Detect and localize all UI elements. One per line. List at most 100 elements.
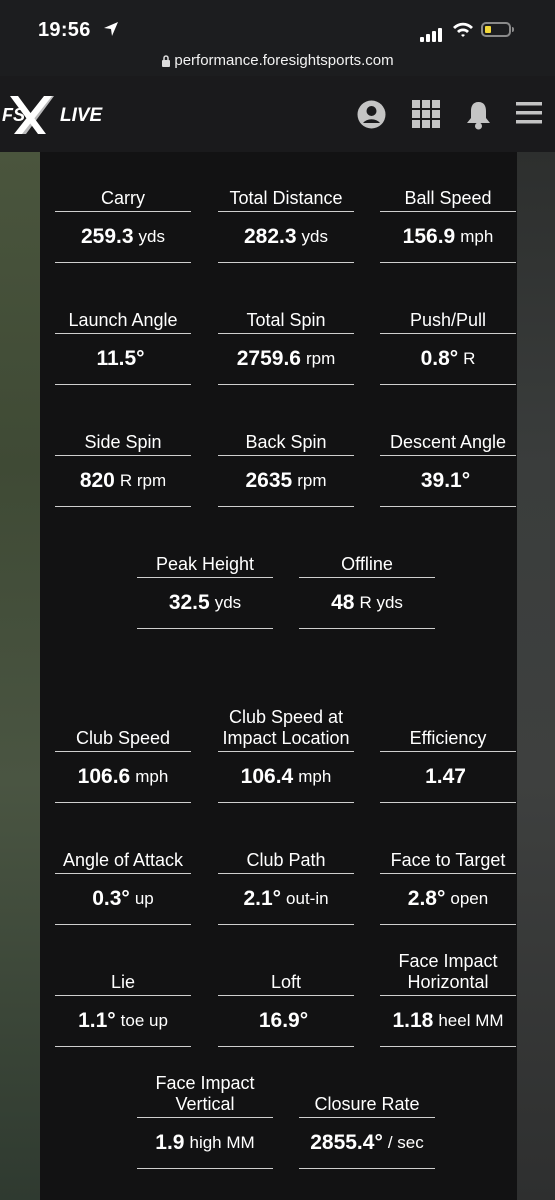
stat-unit: out-in — [286, 889, 329, 908]
stat-unit: mph — [298, 767, 332, 786]
stat-value: 2855.4° — [310, 1131, 383, 1154]
location-arrow-icon — [104, 22, 118, 36]
stat-offline: Offline 48 R yds — [299, 554, 435, 629]
stat-club-speed-impact: Club Speed at Impact Location 106.4 mph — [218, 707, 354, 803]
stat-value: 2759.6 — [236, 347, 301, 370]
stat-label: Face to Target — [380, 850, 516, 874]
status-time: 19:56 — [38, 19, 91, 41]
stat-peak-height: Peak Height 32.5 yds — [137, 554, 273, 629]
stat-label: Back Spin — [218, 432, 354, 456]
stat-label: Club Speed — [55, 707, 191, 752]
stat-push-pull: Push/Pull 0.8° R — [380, 310, 516, 385]
stat-value: 0.3° — [92, 887, 130, 910]
stat-unit: mph — [460, 227, 494, 246]
stat-unit: yds — [214, 593, 242, 612]
stat-club-path: Club Path 2.1° out-in — [218, 850, 354, 925]
stat-back-spin: Back Spin 2635 rpm — [218, 432, 354, 507]
stat-unit: / sec — [387, 1133, 424, 1152]
stat-unit: yds — [301, 227, 329, 246]
stat-value: 1.47 — [425, 765, 466, 788]
background-right — [517, 152, 555, 1200]
lock-icon — [162, 54, 171, 67]
stat-unit: heel MM — [438, 1011, 504, 1030]
user-account-icon[interactable] — [357, 100, 386, 129]
stat-value: 156.9 — [402, 225, 456, 248]
stat-total-distance: Total Distance 282.3 yds — [218, 188, 354, 263]
stat-label: Offline — [299, 554, 435, 578]
stat-value: 106.6 — [77, 765, 131, 788]
stat-club-speed: Club Speed 106.6 mph — [55, 707, 191, 803]
stat-value: 259.3 — [80, 225, 134, 248]
stat-value: 820 — [79, 469, 115, 492]
stat-side-spin: Side Spin 820 R rpm — [55, 432, 191, 507]
stat-label: Ball Speed — [380, 188, 516, 212]
stat-label: Side Spin — [55, 432, 191, 456]
svg-text:FS: FS — [2, 105, 25, 125]
battery-icon — [481, 22, 514, 37]
stat-lie: Lie 1.1° toe up — [55, 951, 191, 1047]
stat-value: 2.1° — [243, 887, 282, 910]
stat-label: Efficiency — [380, 707, 516, 752]
stat-unit: open — [450, 889, 489, 908]
stat-ball-speed: Ball Speed 156.9 mph — [380, 188, 516, 263]
stat-label: Total Distance — [218, 188, 354, 212]
stat-unit: rpm — [305, 349, 336, 368]
stat-descent-angle: Descent Angle 39.1° — [380, 432, 516, 507]
fsx-live-logo[interactable]: FS LIVE — [0, 90, 135, 140]
cellular-signal-icon — [420, 24, 444, 42]
stat-value: 2.8° — [407, 887, 446, 910]
stat-unit: rpm — [297, 471, 327, 490]
stat-value: 2635 — [245, 469, 293, 492]
stat-label: Angle of Attack — [55, 850, 191, 874]
status-bar: 19:56 — [0, 0, 555, 52]
stat-value: 48 — [331, 591, 355, 614]
hamburger-menu-icon[interactable] — [516, 100, 542, 126]
stat-unit: up — [134, 889, 154, 908]
stat-label: Club Speed at Impact Location — [218, 707, 354, 752]
stat-value: 11.5° — [96, 347, 145, 370]
stat-carry: Carry 259.3 yds — [55, 188, 191, 263]
stat-value: 39.1° — [420, 469, 471, 492]
stat-label: Descent Angle — [380, 432, 516, 456]
stat-value: 32.5 — [168, 591, 210, 614]
stat-unit: R yds — [359, 593, 403, 612]
stat-label: Loft — [218, 951, 354, 996]
url-text: performance.foresightsports.com — [174, 52, 394, 69]
stat-label: Lie — [55, 951, 191, 996]
stat-unit: R rpm — [119, 471, 167, 490]
stat-value: 0.8° — [420, 347, 459, 370]
stat-face-to-target: Face to Target 2.8° open — [380, 850, 516, 925]
stat-value: 16.9° — [258, 1009, 309, 1032]
stat-value: 106.4 — [240, 765, 294, 788]
svg-text:LIVE: LIVE — [60, 105, 104, 126]
stat-loft: Loft 16.9° — [218, 951, 354, 1047]
stat-unit: mph — [135, 767, 169, 786]
app-header: FS LIVE — [0, 76, 555, 153]
stat-total-spin: Total Spin 2759.6 rpm — [218, 310, 354, 385]
stat-launch-angle: Launch Angle 11.5° — [55, 310, 191, 385]
stat-unit: toe up — [120, 1011, 168, 1030]
background-left — [0, 152, 40, 1200]
notification-bell-icon[interactable] — [465, 100, 492, 130]
stat-value: 282.3 — [243, 225, 297, 248]
stat-closure-rate: Closure Rate 2855.4° / sec — [299, 1073, 435, 1169]
stat-face-impact-vertical: Face Impact Vertical 1.9 high MM — [137, 1073, 273, 1169]
stat-value: 1.1° — [78, 1009, 116, 1032]
stat-face-impact-horizontal: Face Impact Horizontal 1.18 heel MM — [380, 951, 516, 1047]
stat-label: Club Path — [218, 850, 354, 874]
stat-angle-of-attack: Angle of Attack 0.3° up — [55, 850, 191, 925]
stat-unit: high MM — [189, 1133, 255, 1152]
stat-value: 1.9 — [155, 1131, 185, 1154]
stat-unit: R — [463, 349, 476, 368]
stat-label: Launch Angle — [55, 310, 191, 334]
apps-grid-icon[interactable] — [412, 100, 440, 128]
wifi-icon — [453, 22, 473, 37]
stat-label: Closure Rate — [299, 1073, 435, 1118]
stat-label: Face Impact Vertical — [137, 1073, 273, 1118]
address-bar[interactable]: performance.foresightsports.com — [0, 52, 555, 76]
stat-value: 1.18 — [392, 1009, 434, 1032]
stat-label: Push/Pull — [380, 310, 516, 334]
stat-label: Carry — [55, 188, 191, 212]
stat-label: Peak Height — [137, 554, 273, 578]
stat-efficiency: Efficiency 1.47 — [380, 707, 516, 803]
